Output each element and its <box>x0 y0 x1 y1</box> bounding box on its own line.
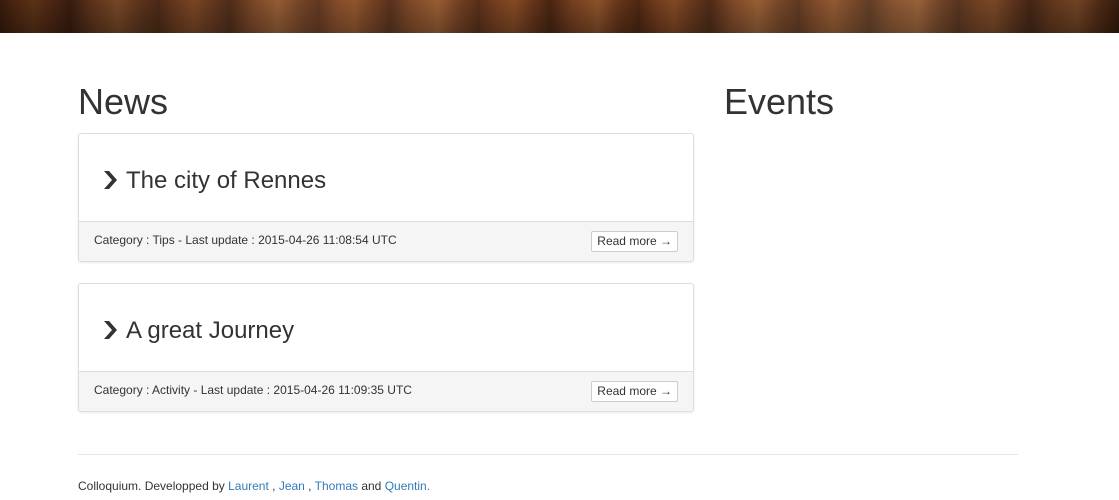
news-item-footer: Category : Tips - Last update : 2015-04-… <box>79 221 693 261</box>
header-banner-image <box>0 0 1119 33</box>
events-heading: Events <box>724 81 835 122</box>
author-link-laurent[interactable]: Laurent <box>228 479 269 493</box>
news-item-body: The city of Rennes <box>79 134 693 221</box>
footer-credit-text: Colloquium. Developped by <box>78 479 229 493</box>
site-footer: Colloquium. Developped by Laurent , Jean… <box>78 478 430 494</box>
news-item: The city of Rennes Category : Tips - Las… <box>78 133 694 262</box>
author-link-jean[interactable]: Jean <box>279 479 305 493</box>
news-item-footer: Category : Activity - Last update : 2015… <box>79 371 693 411</box>
news-column: News The city of Rennes Category : Tips … <box>78 80 694 433</box>
read-more-button[interactable]: Read more → <box>591 231 678 252</box>
news-item-body: A great Journey <box>79 284 693 371</box>
news-item-meta: Category : Tips - Last update : 2015-04-… <box>94 233 397 247</box>
author-link-thomas[interactable]: Thomas <box>315 479 358 493</box>
news-item-meta: Category : Activity - Last update : 2015… <box>94 383 412 397</box>
chevron-right-icon <box>104 171 117 189</box>
author-link-quentin[interactable]: Quentin. <box>385 479 430 493</box>
events-column: Events <box>724 80 1024 124</box>
news-item: A great Journey Category : Activity - La… <box>78 283 694 412</box>
footer-separator: and <box>358 479 385 493</box>
footer-separator: , <box>304 479 315 493</box>
read-more-button[interactable]: Read more → <box>591 381 678 402</box>
footer-divider <box>78 454 1018 455</box>
news-item-title[interactable]: A great Journey <box>126 317 294 345</box>
footer-separator: , <box>268 479 279 493</box>
news-heading: News <box>78 81 169 122</box>
chevron-right-icon <box>104 321 117 339</box>
news-item-title[interactable]: The city of Rennes <box>126 167 326 195</box>
